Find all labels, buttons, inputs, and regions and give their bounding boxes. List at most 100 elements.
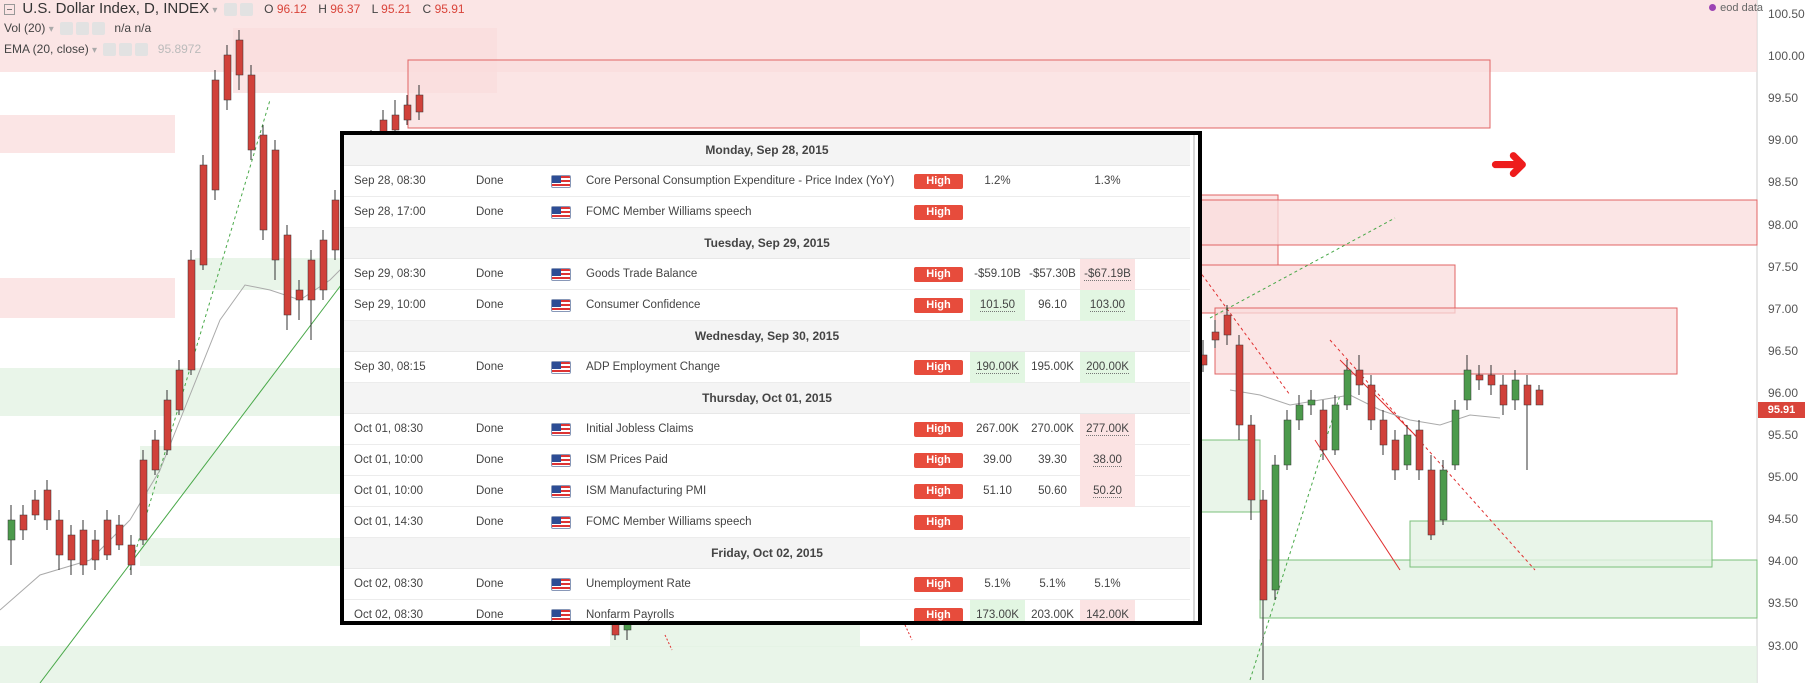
day-header: Tuesday, Sep 29, 2015 <box>344 228 1190 259</box>
candle-body <box>1235 344 1244 426</box>
calendar-event-row[interactable]: Oct 02, 08:30 Done Unemployment Rate High 5.… <box>344 569 1190 600</box>
calendar-event-row[interactable]: Oct 01, 08:30 Done Initial Jobless Claims H… <box>344 414 1190 445</box>
demand-zone <box>0 646 1757 683</box>
previous-value: 50.20 <box>1093 485 1122 498</box>
volume-values: n/a n/a <box>114 21 152 35</box>
impact-badge: High <box>914 453 963 468</box>
economic-calendar-panel[interactable]: Monday, Sep 28, 2015 Sep 28, 08:30 Done Cor… <box>340 131 1202 625</box>
calendar-event-row[interactable]: Oct 02, 08:30 Done Nonfarm Payrolls High 173… <box>344 600 1190 621</box>
watermark-text: eod data <box>1720 2 1763 14</box>
event-previous: 1.3% <box>1080 166 1135 197</box>
us-flag-icon <box>551 423 571 436</box>
calendar-event-row[interactable]: Sep 28, 17:00 Done FOMC Member Williams sp… <box>344 197 1190 228</box>
symbol-title[interactable]: U.S. Dollar Index, D, INDEX <box>22 0 209 17</box>
candle-body <box>1259 499 1268 601</box>
demand-zone <box>1259 559 1758 619</box>
calendar-event-row[interactable]: Sep 29, 10:00 Done Consumer Confidence High… <box>344 290 1190 321</box>
previous-value: 1.3% <box>1094 175 1121 187</box>
candle-body <box>1475 374 1484 381</box>
calendar-event-row[interactable]: Oct 01, 10:00 Done ISM Manufacturing PMI Hi… <box>344 476 1190 507</box>
ema-label[interactable]: EMA (20, close) <box>4 42 89 56</box>
event-actual: 267.00K <box>970 414 1025 445</box>
actual-value: 1.2% <box>984 175 1011 187</box>
price-tick-label: 100.50 <box>1768 7 1805 21</box>
supply-zone <box>1214 307 1678 375</box>
event-forecast: 50.60 <box>1038 485 1067 497</box>
candle-body <box>1247 424 1256 501</box>
us-flag-icon <box>551 609 571 621</box>
candle-body <box>115 524 124 546</box>
event-name: Unemployment Rate <box>586 578 691 590</box>
chevron-down-icon[interactable]: ▾ <box>92 45 97 56</box>
price-tick-label: 93.50 <box>1768 596 1799 611</box>
event-time: Oct 01, 08:30 <box>354 423 424 435</box>
volume-label[interactable]: Vol (20) <box>4 21 45 35</box>
us-flag-icon <box>551 485 571 498</box>
event-forecast: 5.1% <box>1039 578 1066 590</box>
event-previous: 5.1% <box>1080 569 1135 600</box>
actual-value: 51.10 <box>983 485 1012 497</box>
candle-body <box>175 369 184 411</box>
calendar-event-row[interactable]: Oct 01, 10:00 Done ISM Prices Paid High 39.0… <box>344 445 1190 476</box>
calendar-event-row[interactable]: Oct 01, 14:30 Done FOMC Member Williams sp… <box>344 507 1190 538</box>
candle-body <box>1451 409 1460 466</box>
collapse-icon[interactable] <box>4 4 15 16</box>
candle-body <box>1403 434 1412 466</box>
volume-legend: Vol (20) ▾ n/a n/a <box>4 21 152 36</box>
candle-body <box>1535 389 1544 406</box>
price-tick-label: 99.50 <box>1768 91 1799 106</box>
event-status: Done <box>476 423 504 435</box>
actual-value: 5.1% <box>984 578 1011 590</box>
impact-badge: High <box>914 360 963 375</box>
low-label: L <box>371 2 378 16</box>
low-value: 95.21 <box>381 2 412 16</box>
previous-value: 142.00K <box>1086 609 1129 621</box>
close-icon[interactable] <box>92 22 106 36</box>
event-forecast <box>1025 197 1080 228</box>
close-label: C <box>422 2 432 16</box>
event-name: Goods Trade Balance <box>586 268 698 280</box>
open-value: 96.12 <box>276 2 307 16</box>
calendar-scrollbar[interactable] <box>1193 135 1195 621</box>
eye-icon[interactable] <box>60 22 74 36</box>
high-value: 96.37 <box>330 2 361 16</box>
event-status: Done <box>476 175 504 187</box>
event-forecast: -$57.30B <box>1029 268 1076 280</box>
us-flag-icon <box>551 268 571 281</box>
calendar-event-row[interactable]: Sep 28, 08:30 Done Core Personal Consumpti… <box>344 166 1190 197</box>
settings-icon[interactable] <box>119 43 133 57</box>
open-label: O <box>264 2 274 16</box>
trendline <box>1314 439 1401 571</box>
event-status: Done <box>476 454 504 466</box>
event-status: Done <box>476 299 504 311</box>
previous-value: 277.00K <box>1086 423 1129 436</box>
event-forecast <box>1025 166 1080 197</box>
event-forecast: 203.00K <box>1031 609 1074 621</box>
ema-legend: EMA (20, close) ▾ 95.8972 <box>4 42 201 57</box>
last-price-badge: 95.91 <box>1758 402 1805 418</box>
calendar-event-row[interactable]: Sep 29, 08:30 Done Goods Trade Balance High… <box>344 259 1190 290</box>
chevron-down-icon[interactable]: ▾ <box>212 5 217 16</box>
chevron-down-icon[interactable]: ▾ <box>49 24 54 35</box>
trendline <box>904 624 913 641</box>
candle-body <box>1415 429 1424 471</box>
event-actual <box>970 507 1025 538</box>
event-status: Done <box>476 578 504 590</box>
us-flag-icon <box>551 516 571 529</box>
close-icon[interactable] <box>135 43 149 57</box>
candle-body <box>139 459 148 541</box>
eye-icon[interactable] <box>223 3 237 17</box>
event-name: FOMC Member Williams speech <box>586 206 752 218</box>
actual-value: 267.00K <box>976 423 1019 435</box>
eye-icon[interactable] <box>103 43 117 57</box>
event-actual <box>970 197 1025 228</box>
event-status: Done <box>476 361 504 373</box>
settings-icon[interactable] <box>239 3 253 17</box>
settings-icon[interactable] <box>76 22 90 36</box>
event-previous: 38.00 <box>1080 445 1135 476</box>
candle-body <box>1307 399 1316 406</box>
calendar-event-row[interactable]: Sep 30, 08:15 Done ADP Employment Change Hi… <box>344 352 1190 383</box>
candle-body <box>247 74 256 151</box>
candle-body <box>127 544 136 566</box>
previous-value: 5.1% <box>1094 578 1121 590</box>
